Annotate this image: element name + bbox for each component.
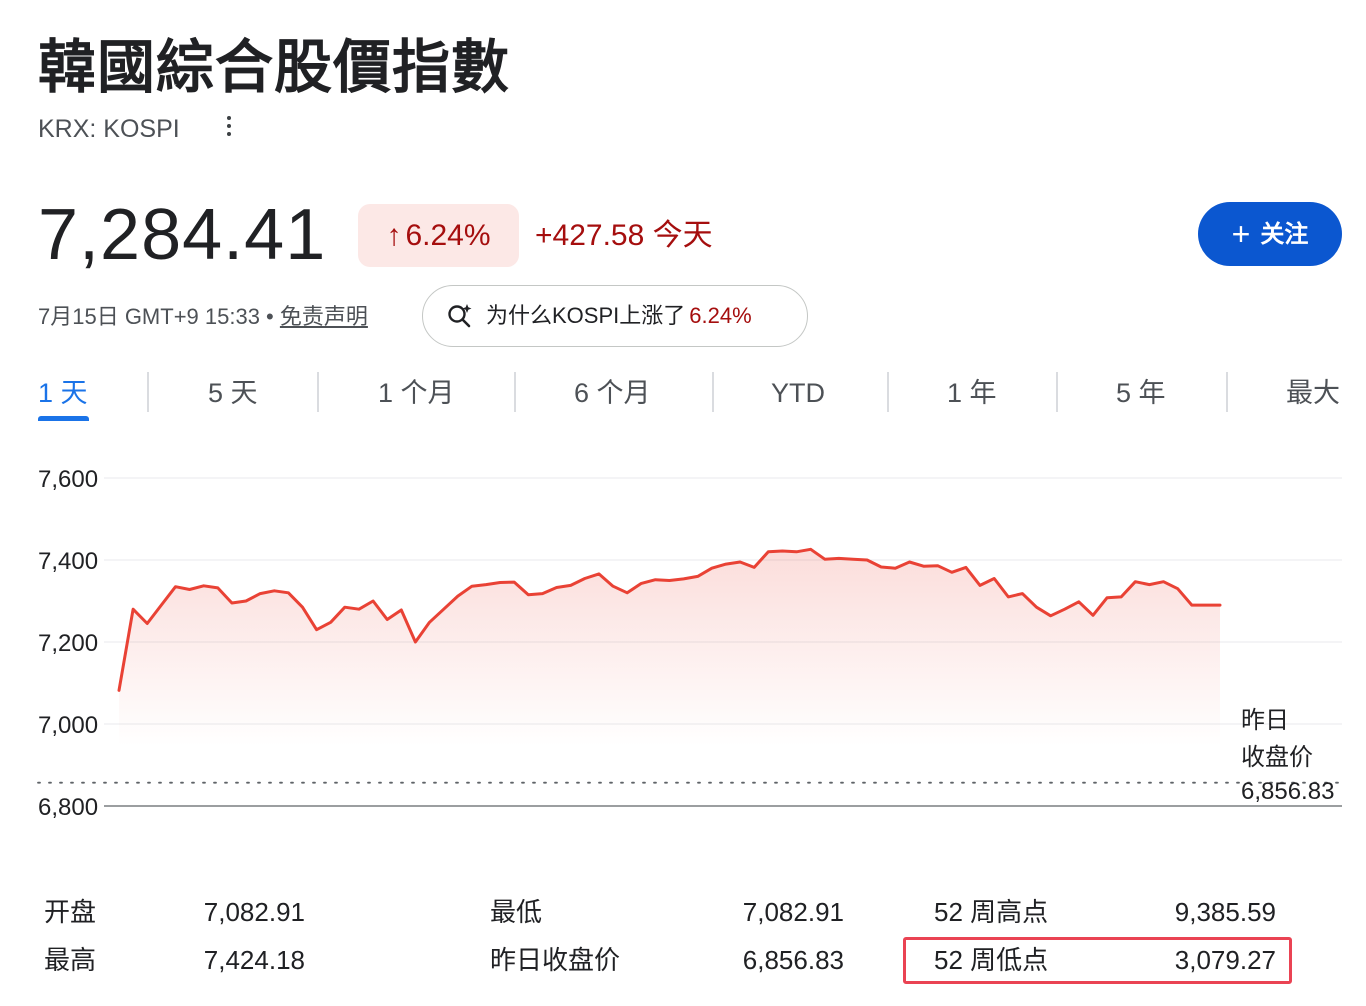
change-absolute: +427.58 今天 bbox=[535, 219, 713, 252]
stat-value-prev-close: 6,856.83 bbox=[742, 945, 844, 975]
arrow-up-icon: ↑ bbox=[386, 219, 402, 252]
y-tick-label: 7,000 bbox=[38, 712, 98, 739]
tab-divider bbox=[317, 372, 319, 412]
y-tick-label: 7,200 bbox=[38, 630, 98, 657]
highlight-annotation-box bbox=[903, 937, 1292, 984]
previous-close-label: 收盘价 bbox=[1241, 744, 1313, 771]
price-chart[interactable]: 7,600 7,400 7,200 7,000 6,800 昨日收盘价 6,856.83 bbox=[0, 440, 1366, 840]
stat-value-52w-high: 9,385.59 bbox=[1174, 897, 1276, 927]
stat-label-52w-high: 52 周高点 bbox=[934, 897, 1049, 927]
tab-divider bbox=[887, 372, 889, 412]
stat-label-open: 开盘 bbox=[44, 897, 97, 927]
tab-label: YTD bbox=[771, 378, 825, 408]
change-percent-value: 6.24% bbox=[405, 219, 491, 252]
price-chart-svg: 7,600 7,400 7,200 7,000 6,800 昨日收盘价 6,856.83 bbox=[37, 466, 1343, 821]
tab-1-month[interactable]: 1 个月 bbox=[378, 366, 455, 422]
tab-label: 5 年 bbox=[1116, 378, 1166, 408]
why-chip-text: 为什么KOSPI上涨了 bbox=[486, 303, 686, 328]
tab-label: 1 个月 bbox=[378, 378, 455, 408]
follow-label: 关注 bbox=[1260, 221, 1309, 248]
tab-5-day[interactable]: 5 天 bbox=[208, 366, 258, 422]
stat-label-prev-close: 昨日收盘价 bbox=[490, 945, 621, 975]
tab-divider bbox=[1056, 372, 1058, 412]
tab-max[interactable]: 最大 bbox=[1286, 366, 1340, 422]
tab-label: 最大 bbox=[1286, 378, 1340, 408]
sparkle-search-icon bbox=[448, 304, 472, 328]
tab-5-year[interactable]: 5 年 bbox=[1116, 366, 1166, 422]
tab-divider bbox=[1226, 372, 1228, 412]
tab-divider bbox=[712, 372, 714, 412]
disclaimer-link[interactable]: 免责声明 bbox=[280, 304, 368, 329]
current-price: 7,284.41 bbox=[38, 195, 327, 275]
stat-value-high: 7,424.18 bbox=[203, 945, 305, 975]
more-options-icon[interactable] bbox=[216, 112, 242, 142]
tab-1-year[interactable]: 1 年 bbox=[947, 366, 997, 422]
previous-close-label: 昨日 bbox=[1241, 707, 1289, 734]
tab-ytd[interactable]: YTD bbox=[771, 366, 825, 422]
y-tick-label: 6,800 bbox=[38, 794, 98, 821]
why-chip-percent: 6.24% bbox=[689, 303, 752, 328]
quote-meta: 7月15日 GMT+9 15:33 • 免责声明 bbox=[38, 300, 368, 334]
y-tick-label: 7,400 bbox=[38, 548, 98, 575]
range-tabs: 1 天 5 天 1 个月 6 个月 YTD 1 年 5 年 最大 bbox=[38, 366, 1342, 426]
stat-label-low: 最低 bbox=[490, 897, 543, 927]
stat-value-low: 7,082.91 bbox=[742, 897, 844, 927]
change-percent-badge: ↑ 6.24% bbox=[358, 204, 519, 267]
tab-label: 1 年 bbox=[947, 378, 997, 408]
y-tick-label: 7,600 bbox=[38, 466, 98, 493]
tab-1-day[interactable]: 1 天 bbox=[38, 366, 89, 422]
plus-icon: + bbox=[1231, 216, 1251, 252]
stat-value-open: 7,082.91 bbox=[203, 897, 305, 927]
previous-close-value: 6,856.83 bbox=[1241, 778, 1334, 805]
tab-label: 1 天 bbox=[38, 378, 88, 408]
stat-label-high: 最高 bbox=[44, 945, 97, 975]
tab-6-month[interactable]: 6 个月 bbox=[574, 366, 651, 422]
price-area-fill bbox=[119, 549, 1220, 746]
tab-label: 6 个月 bbox=[574, 378, 651, 408]
tab-divider bbox=[514, 372, 516, 412]
follow-button[interactable]: + 关注 bbox=[1198, 202, 1342, 266]
timestamp: 7月15日 GMT+9 15:33 • bbox=[38, 304, 274, 329]
tab-divider bbox=[147, 372, 149, 412]
why-up-chip[interactable]: 为什么KOSPI上涨了 6.24% bbox=[422, 285, 808, 347]
tab-label: 5 天 bbox=[208, 378, 258, 408]
ticker-symbol: KRX: KOSPI bbox=[38, 115, 180, 143]
page-title: 韓國綜合股價指數 bbox=[38, 35, 511, 100]
active-tab-indicator bbox=[38, 416, 89, 421]
